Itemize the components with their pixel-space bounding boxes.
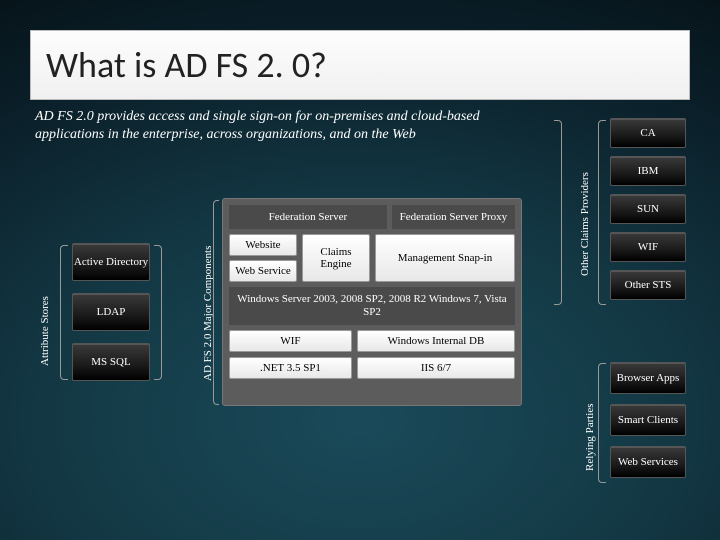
ocp-other-sts: Other STS xyxy=(610,270,686,300)
wif-box: WIF xyxy=(229,330,352,352)
ocp-bracket-left xyxy=(554,120,562,305)
website-box: Website xyxy=(229,234,297,256)
ocp-bracket-right xyxy=(598,120,606,305)
rp-smart-clients: Smart Clients xyxy=(610,404,686,436)
rp-browser-apps: Browser Apps xyxy=(610,362,686,394)
attribute-stores-bracket-right xyxy=(154,245,162,380)
web-service-box: Web Service xyxy=(229,260,297,282)
ocp-sun: SUN xyxy=(610,194,686,224)
ocp-wif: WIF xyxy=(610,232,686,262)
other-claims-providers-label: Other Claims Providers xyxy=(579,146,591,276)
attr-active-directory: Active Directory xyxy=(72,243,150,281)
win-internal-db-box: Windows Internal DB xyxy=(357,330,515,352)
rp-web-services: Web Services xyxy=(610,446,686,478)
federation-server-header: Federation Server xyxy=(229,205,387,229)
federation-server-proxy-header: Federation Server Proxy xyxy=(392,205,515,229)
claims-engine-box: Claims Engine xyxy=(302,234,370,282)
attribute-stores-column: Active Directory LDAP MS SQL xyxy=(72,243,150,393)
attr-ldap: LDAP xyxy=(72,293,150,331)
attribute-stores-bracket xyxy=(60,245,68,380)
major-components-box: Federation Server Federation Server Prox… xyxy=(222,198,522,406)
slide-title: What is AD FS 2. 0? xyxy=(30,30,690,100)
relying-parties-column: Browser Apps Smart Clients Web Services xyxy=(610,362,686,488)
ocp-ca: CA xyxy=(610,118,686,148)
major-components-bracket xyxy=(213,200,219,405)
attr-mssql: MS SQL xyxy=(72,343,150,381)
ocp-ibm: IBM xyxy=(610,156,686,186)
relying-parties-label: Relying Parties xyxy=(584,371,596,471)
iis-box: IIS 6/7 xyxy=(357,357,515,379)
windows-server-box: Windows Server 2003, 2008 SP2, 2008 R2 W… xyxy=(229,287,515,325)
net35sp1-box: .NET 3.5 SP1 xyxy=(229,357,352,379)
slide-description: AD FS 2.0 provides access and single sig… xyxy=(35,108,515,144)
attribute-stores-label: Attribute Stores xyxy=(39,266,51,366)
rp-bracket xyxy=(598,363,606,483)
other-claims-providers-column: CA IBM SUN WIF Other STS xyxy=(610,118,686,308)
mgmt-snapin-box: Management Snap-in xyxy=(375,234,515,282)
